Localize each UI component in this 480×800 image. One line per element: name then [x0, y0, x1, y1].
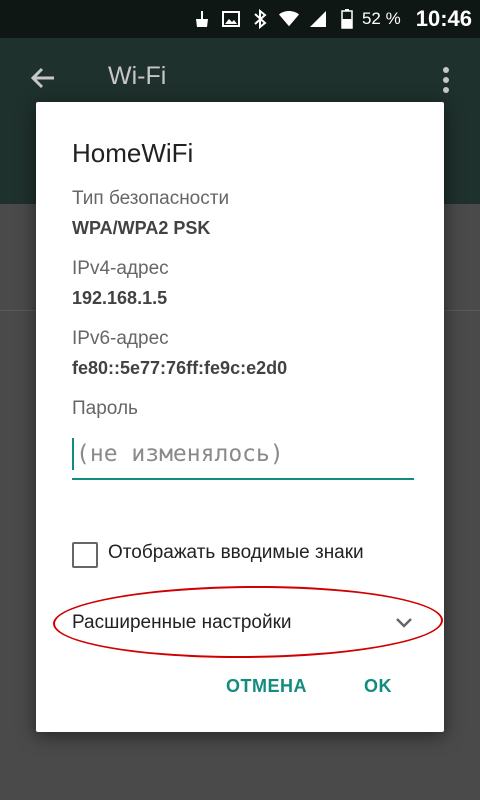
- ipv4-value: 192.168.1.5: [72, 288, 168, 308]
- wifi-icon: [278, 9, 299, 29]
- ipv6-label: IPv6-адрес: [72, 328, 169, 349]
- security-value: WPA/WPA2 PSK: [72, 218, 211, 238]
- battery-percent: 52 %: [361, 9, 401, 28]
- signal-icon: [308, 9, 328, 29]
- clock: 10:46: [415, 6, 472, 31]
- text-cursor: [72, 438, 74, 470]
- broom-icon: [192, 9, 212, 29]
- cancel-button[interactable]: ОТМЕНА: [226, 676, 307, 697]
- back-arrow-icon[interactable]: [26, 60, 62, 96]
- password-input[interactable]: [72, 432, 418, 476]
- password-field-wrapper: [72, 432, 418, 480]
- battery-icon: [337, 9, 357, 29]
- image-icon: [221, 9, 241, 29]
- password-label: Пароль: [72, 398, 138, 419]
- ok-button[interactable]: OK: [364, 676, 392, 697]
- ipv6-value: fe80::5e77:76ff:fe9c:e2d0: [72, 358, 288, 378]
- security-label: Тип безопасности: [72, 188, 230, 209]
- show-password-checkbox[interactable]: [72, 542, 98, 568]
- more-options-icon[interactable]: [436, 62, 456, 98]
- show-password-label[interactable]: Отображать вводимые знаки: [108, 542, 364, 564]
- ipv4-label: IPv4-адрес: [72, 258, 169, 279]
- page-title: Wi-Fi: [108, 62, 167, 90]
- dialog-title: HomeWiFi: [72, 138, 194, 168]
- status-bar: 52 % 10:46: [0, 0, 480, 38]
- bluetooth-icon: [250, 9, 270, 29]
